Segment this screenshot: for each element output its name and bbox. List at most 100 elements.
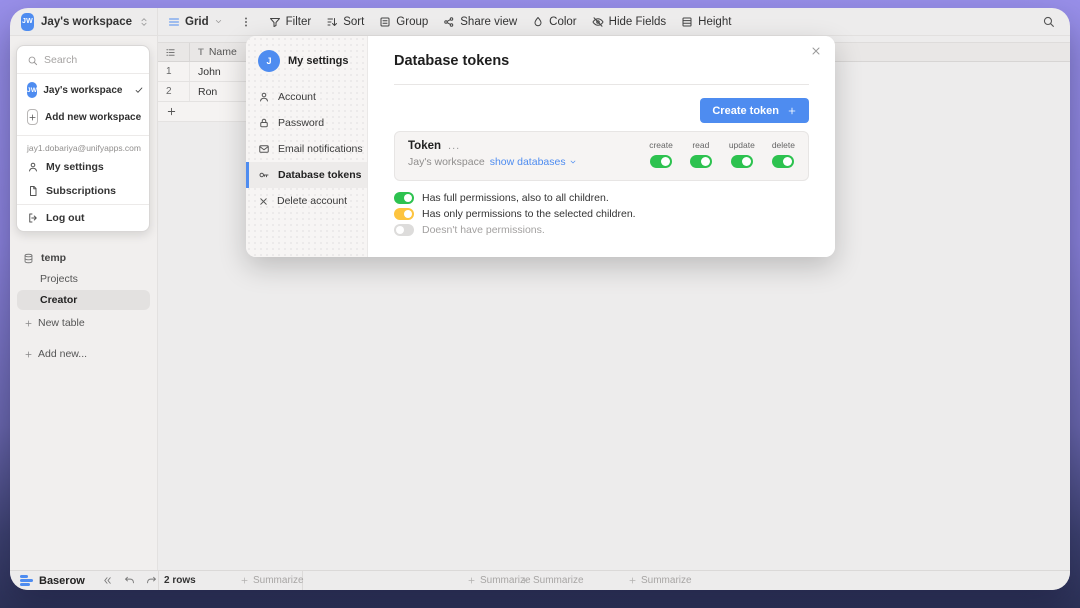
permission-create: create — [649, 140, 673, 172]
table-name: Creator — [40, 294, 77, 306]
page-title: Database tokens — [394, 53, 509, 69]
delete-toggle[interactable] — [772, 155, 794, 168]
legend-text: Has only permissions to the selected chi… — [422, 208, 636, 220]
view-selector[interactable]: Grid — [168, 16, 223, 28]
baserow-brand: Baserow — [20, 571, 85, 590]
create-toggle[interactable] — [650, 155, 672, 168]
new-table-label: New table — [38, 317, 85, 329]
settings-title: My settings — [288, 55, 349, 67]
token-info: Token ... Jay's workspace show databases — [408, 140, 649, 172]
undo-icon[interactable] — [124, 575, 135, 586]
row-id-header[interactable] — [158, 43, 190, 61]
workspace-name: Jay's workspace — [41, 16, 132, 28]
sidebar-item-database-temp[interactable]: temp — [10, 248, 157, 268]
add-workspace-button[interactable]: Add new workspace — [17, 103, 149, 134]
history-controls — [102, 571, 157, 590]
share-icon — [443, 16, 455, 28]
sort-label: Sort — [343, 16, 364, 28]
settings-content: Database tokens Create token Token ... J… — [368, 36, 835, 257]
redo-icon[interactable] — [146, 575, 157, 586]
row-id-cell: 1 — [158, 62, 190, 81]
workspace-selector[interactable]: JW Jay's workspace — [10, 8, 158, 35]
color-button[interactable]: Color — [532, 16, 576, 28]
permissions-legend: Has full permissions, also to all childr… — [394, 192, 636, 240]
show-databases-link[interactable]: show databases — [490, 156, 577, 168]
plus-icon — [520, 576, 529, 585]
new-table-button[interactable]: New table — [10, 313, 157, 333]
permission-update: update — [729, 140, 755, 172]
nav-label: Delete account — [277, 195, 347, 207]
color-icon — [532, 16, 544, 28]
plus-icon — [24, 350, 33, 359]
filter-label: Filter — [286, 16, 312, 28]
sidebar-item-table-projects[interactable]: Projects — [10, 270, 157, 288]
nav-item-delete-account[interactable]: Delete account — [246, 188, 367, 214]
my-settings-item[interactable]: My settings — [17, 155, 149, 179]
row-height-icon — [681, 16, 693, 28]
close-icon[interactable] — [810, 45, 822, 57]
sidebar: JW Jay's workspace Add new workspace jay… — [10, 36, 158, 570]
app-window: JW Jay's workspace Grid Filter Sort — [10, 8, 1070, 590]
plus-icon — [28, 113, 37, 122]
hide-fields-button[interactable]: Hide Fields — [592, 16, 667, 28]
x-icon — [258, 196, 269, 207]
sidebar-item-table-creator[interactable]: Creator — [17, 290, 150, 310]
database-name: temp — [41, 252, 66, 264]
row-id-cell: 2 — [158, 82, 190, 101]
workspace-avatar: JW — [27, 82, 37, 98]
nav-item-email-notifications[interactable]: Email notifications — [246, 136, 367, 162]
row-height-button[interactable]: Height — [681, 16, 731, 28]
share-view-button[interactable]: Share view — [443, 16, 517, 28]
summarize-button[interactable]: Summarize — [240, 571, 304, 590]
search-icon[interactable] — [1042, 15, 1055, 28]
update-toggle[interactable] — [731, 155, 753, 168]
nav-item-password[interactable]: Password — [246, 110, 367, 136]
divider — [17, 204, 149, 205]
my-settings-label: My settings — [46, 161, 104, 173]
workspace-search-input[interactable] — [44, 54, 128, 66]
nav-label: Password — [278, 117, 324, 129]
legend-none: Doesn't have permissions. — [394, 224, 636, 236]
add-workspace-label: Add new workspace — [45, 112, 141, 123]
workspace-search[interactable] — [17, 47, 149, 74]
group-button[interactable]: Group — [379, 16, 428, 28]
table-name: Projects — [40, 273, 78, 285]
desktop-background: JW Jay's workspace Grid Filter Sort — [0, 0, 1080, 608]
summarize-label: Summarize — [253, 575, 304, 586]
read-toggle[interactable] — [690, 155, 712, 168]
add-new-button[interactable]: Add new... — [10, 344, 157, 364]
permission-label: delete — [772, 140, 795, 150]
permission-read: read — [690, 140, 712, 172]
summarize-button[interactable]: Summarize — [628, 571, 692, 590]
database-icon — [23, 253, 34, 264]
key-icon — [258, 169, 270, 181]
chevron-updown-icon — [139, 17, 149, 27]
column-name: Name — [209, 46, 237, 58]
log-out-item[interactable]: Log out — [17, 206, 149, 230]
baserow-logo-icon — [20, 575, 33, 587]
person-icon — [27, 161, 39, 173]
collapse-sidebar-icon[interactable] — [102, 575, 113, 586]
nav-item-database-tokens[interactable]: Database tokens — [246, 162, 367, 188]
legend-text: Has full permissions, also to all childr… — [422, 192, 609, 204]
nav-item-account[interactable]: Account — [246, 84, 367, 110]
document-icon — [27, 185, 39, 197]
filter-button[interactable]: Filter — [269, 16, 312, 28]
workspace-avatar: JW — [21, 13, 34, 31]
person-icon — [258, 91, 270, 103]
text-field-type-icon: T — [198, 47, 204, 58]
view-options-icon[interactable] — [238, 16, 254, 28]
settings-nav-header: J My settings — [246, 44, 367, 84]
summarize-button[interactable]: Summarize — [520, 571, 584, 590]
settings-nav: J My settings Account Password Email not… — [246, 36, 368, 257]
token-more-button[interactable]: ... — [448, 140, 460, 152]
workspace-item[interactable]: JW Jay's workspace — [17, 74, 149, 103]
sort-button[interactable]: Sort — [326, 16, 364, 28]
legend-text: Doesn't have permissions. — [422, 224, 545, 236]
create-token-button[interactable]: Create token — [700, 98, 809, 123]
group-icon — [379, 16, 391, 28]
logout-icon — [27, 212, 39, 224]
subscriptions-item[interactable]: Subscriptions — [17, 179, 149, 203]
user-avatar: J — [258, 50, 280, 72]
row-height-label: Height — [698, 16, 731, 28]
